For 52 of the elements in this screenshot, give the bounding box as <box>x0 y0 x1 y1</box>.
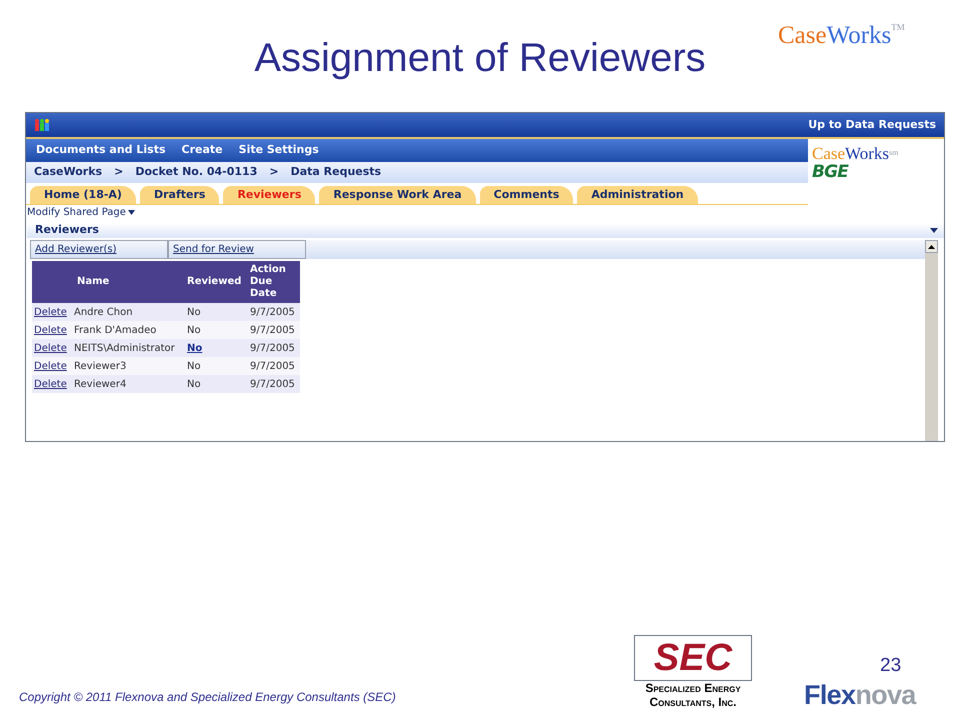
table-cell-text: No <box>186 324 202 338</box>
breadcrumb-separator: > <box>114 164 124 180</box>
people-icon <box>34 118 50 132</box>
table-cell-text: 9/7/2005 <box>249 342 296 356</box>
table-cell-text: 9/7/2005 <box>249 306 296 320</box>
table-cell-text: Reviewer4 <box>73 378 128 392</box>
table-cell-text: Reviewer3 <box>73 360 128 374</box>
delete-link[interactable]: Delete <box>32 340 69 356</box>
table-cell-text: 9/7/2005 <box>249 378 296 392</box>
reviewed-link[interactable]: No <box>185 340 204 356</box>
column-header: Reviewed <box>186 276 242 288</box>
flexnova-logo: Flexnova <box>804 682 916 709</box>
table-cell-text: No <box>186 360 202 374</box>
caret-icon <box>930 228 938 233</box>
breadcrumb-link[interactable]: Data Requests <box>290 164 382 181</box>
table-cell-text: Frank D'Amadeo <box>73 324 158 338</box>
slide-title: Assignment of Reviewers <box>254 38 706 78</box>
modify-page-link[interactable]: Modify Shared Page <box>27 206 135 219</box>
delete-link[interactable]: Delete <box>32 304 69 320</box>
table-cell-text: No <box>186 306 202 320</box>
toolbar-button[interactable]: Send for Review <box>168 240 306 259</box>
delete-link[interactable]: Delete <box>32 376 69 392</box>
breadcrumb-separator: > <box>269 164 279 180</box>
up-link[interactable]: Up to Data Requests <box>808 116 936 134</box>
menu-item[interactable]: Site Settings <box>238 142 319 159</box>
breadcrumb-link[interactable]: CaseWorks <box>34 164 102 181</box>
company-logo: BGE <box>812 164 850 181</box>
table-cell-text: 9/7/2005 <box>249 324 296 338</box>
sec-logo: SEC Specialized Energy Consultants, Inc. <box>632 635 754 709</box>
table-cell-text: No <box>186 378 202 392</box>
table-cell-text: 9/7/2005 <box>249 360 296 374</box>
breadcrumb-link[interactable]: Docket No. 04-0113 <box>135 164 258 181</box>
toolbar-button[interactable]: Add Reviewer(s) <box>30 240 168 259</box>
menu-item[interactable]: Documents and Lists <box>36 142 166 159</box>
scroll-up-icon <box>928 244 935 248</box>
page-number: 23 <box>880 654 902 678</box>
copyright-text: Copyright © 2011 Flexnova and Specialized Energy Consultants (SEC) <box>19 689 396 706</box>
table-cell-text: NEITS\Administrator <box>73 342 176 356</box>
caret-icon <box>128 210 135 215</box>
menu-item[interactable]: Create <box>182 142 223 159</box>
tab[interactable]: Comments <box>480 186 574 204</box>
table-cell-text: Andre Chon <box>73 306 134 320</box>
tab[interactable]: Response Work Area <box>319 186 476 204</box>
delete-link[interactable]: Delete <box>32 322 69 338</box>
delete-link[interactable]: Delete <box>32 358 69 374</box>
tab[interactable]: Administration <box>577 186 698 204</box>
column-header: Name <box>76 276 110 288</box>
tab[interactable]: Drafters <box>140 186 220 204</box>
section-title: Reviewers <box>35 222 99 238</box>
caseworks-logo-text: CaseWorks$^{sm}$ <box>812 145 900 162</box>
tab[interactable]: Home (18-A) <box>30 186 136 204</box>
column-header: Action Due Date <box>249 264 287 300</box>
